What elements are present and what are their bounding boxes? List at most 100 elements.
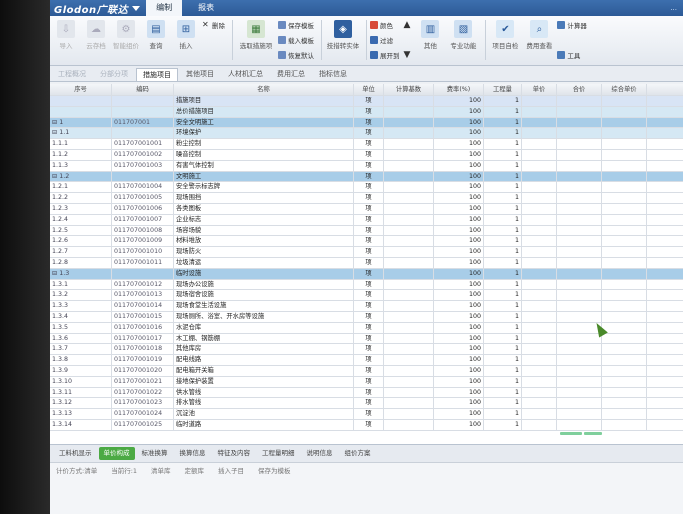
btab-standard-conversion[interactable]: 标准换算: [137, 447, 173, 460]
row-code[interactable]: 011707001006: [112, 203, 174, 214]
row-rate[interactable]: 100: [434, 128, 484, 139]
row-qty[interactable]: 1: [484, 149, 522, 160]
table-row[interactable]: 1.2.3 011707001006 各类图板项 100 1: [50, 203, 683, 215]
row-total[interactable]: [557, 365, 602, 376]
row-qty[interactable]: 1: [484, 268, 522, 279]
row-name[interactable]: 文明施工: [174, 171, 354, 182]
row-filler[interactable]: [647, 409, 683, 419]
row-unit[interactable]: 项: [354, 171, 384, 182]
row-code[interactable]: 011707001021: [112, 376, 174, 387]
row-total[interactable]: [557, 149, 602, 160]
row-rate[interactable]: 100: [434, 203, 484, 214]
btab-price-composition[interactable]: 单价构成: [98, 447, 135, 460]
smart-price-button[interactable]: ⚙ 智能组价: [112, 20, 140, 50]
row-code[interactable]: 011707001012: [112, 279, 174, 290]
table-row[interactable]: 1.3.7 011707001018 其他库房项 100 1: [50, 344, 683, 356]
btab-quantity-detail[interactable]: 工程量明细: [257, 447, 300, 460]
row-name[interactable]: 现场办公设施: [174, 279, 354, 290]
row-qty[interactable]: 1: [484, 419, 522, 430]
row-qty[interactable]: 1: [484, 376, 522, 387]
row-unit-price[interactable]: [522, 117, 557, 128]
row-base[interactable]: [384, 322, 434, 333]
row-base[interactable]: [384, 419, 434, 430]
row-name[interactable]: 木工棚、钢筋棚: [174, 333, 354, 344]
row-unit[interactable]: 项: [354, 247, 384, 257]
menu-tab-report[interactable]: 报表: [188, 0, 224, 16]
row-name[interactable]: 安全文明施工: [174, 117, 354, 128]
table-row[interactable]: 1.1.1 011707001001 粉尘控制项 100 1: [50, 139, 683, 150]
row-code[interactable]: 011707001007: [112, 214, 174, 225]
row-number[interactable]: 1.3.6: [50, 333, 112, 344]
row-comprehensive[interactable]: [602, 290, 647, 301]
row-rate[interactable]: 100: [434, 139, 484, 149]
row-unit-price[interactable]: [522, 333, 557, 344]
row-qty[interactable]: 1: [484, 365, 522, 376]
row-rate[interactable]: 100: [434, 225, 484, 236]
row-number[interactable]: ⊟ 1: [50, 117, 112, 128]
row-base[interactable]: [384, 96, 434, 106]
row-filler[interactable]: [647, 355, 683, 365]
table-row[interactable]: 1.3.12 011707001023 排水管线项 100 1: [50, 398, 683, 410]
row-filler[interactable]: [647, 172, 683, 182]
row-number[interactable]: 1.2.8: [50, 257, 112, 268]
row-filler[interactable]: [647, 182, 683, 192]
row-name[interactable]: 供水管线: [174, 387, 354, 398]
row-code[interactable]: 011707001015: [112, 311, 174, 322]
row-comprehensive[interactable]: [602, 149, 647, 160]
row-filler[interactable]: [647, 377, 683, 387]
row-unit-price[interactable]: [522, 149, 557, 160]
row-rate[interactable]: 100: [434, 236, 484, 247]
row-base[interactable]: [384, 290, 434, 301]
row-qty[interactable]: 1: [484, 117, 522, 128]
row-base[interactable]: [384, 301, 434, 311]
row-code[interactable]: 011707001018: [112, 344, 174, 355]
row-unit-price[interactable]: [522, 365, 557, 376]
row-unit[interactable]: 项: [354, 290, 384, 301]
row-filler[interactable]: [647, 226, 683, 236]
table-row[interactable]: ⊟ 1.2 文明施工项 100 1: [50, 171, 683, 183]
row-total[interactable]: [557, 106, 602, 117]
row-unit[interactable]: 项: [354, 355, 384, 365]
row-code[interactable]: 011707001017: [112, 333, 174, 344]
row-filler[interactable]: [647, 280, 683, 290]
row-rate[interactable]: 100: [434, 355, 484, 365]
row-base[interactable]: [384, 376, 434, 387]
row-filler[interactable]: [647, 150, 683, 160]
row-total[interactable]: [557, 387, 602, 398]
row-number[interactable]: [50, 106, 112, 117]
row-filler[interactable]: [647, 269, 683, 279]
table-row[interactable]: ⊟ 1.1 环境保护项 100 1: [50, 128, 683, 140]
table-row[interactable]: 1.3.9 011707001020 配电箱开关箱项 100 1: [50, 365, 683, 377]
row-rate[interactable]: 100: [434, 160, 484, 171]
row-number[interactable]: 1.2.7: [50, 247, 112, 257]
header-unit-price[interactable]: 单价: [522, 84, 557, 95]
row-comprehensive[interactable]: [602, 376, 647, 387]
row-unit-price[interactable]: [522, 301, 557, 311]
other-button[interactable]: ▥ 其他: [416, 20, 444, 50]
table-row[interactable]: ⊟ 1.3 临时设施项 100 1: [50, 268, 683, 280]
header-rate[interactable]: 费率(%): [434, 84, 484, 95]
row-unit-price[interactable]: [522, 106, 557, 117]
row-number[interactable]: 1.1.1: [50, 139, 112, 149]
row-base[interactable]: [384, 203, 434, 214]
row-filler[interactable]: [647, 193, 683, 203]
cloud-save-button[interactable]: ☁ 云存档: [82, 20, 110, 50]
row-qty[interactable]: 1: [484, 203, 522, 214]
row-total[interactable]: [557, 409, 602, 419]
row-name[interactable]: 现场宿舍设施: [174, 290, 354, 301]
row-number[interactable]: 1.3.8: [50, 355, 112, 365]
row-total[interactable]: [557, 160, 602, 171]
row-total[interactable]: [557, 290, 602, 301]
row-unit[interactable]: 项: [354, 322, 384, 333]
table-row[interactable]: 措施项目项 100 1: [50, 96, 683, 107]
row-base[interactable]: [384, 387, 434, 398]
row-code[interactable]: [112, 96, 174, 106]
row-rate[interactable]: 100: [434, 376, 484, 387]
row-rate[interactable]: 100: [434, 311, 484, 322]
row-unit[interactable]: 项: [354, 409, 384, 419]
row-number[interactable]: 1.1.2: [50, 149, 112, 160]
tab-sub-items[interactable]: 分部分项: [94, 68, 134, 81]
row-unit-price[interactable]: [522, 322, 557, 333]
btab-features[interactable]: 特征及内容: [213, 447, 256, 460]
table-row[interactable]: 1.3.2 011707001013 现场宿舍设施项 100 1: [50, 290, 683, 302]
